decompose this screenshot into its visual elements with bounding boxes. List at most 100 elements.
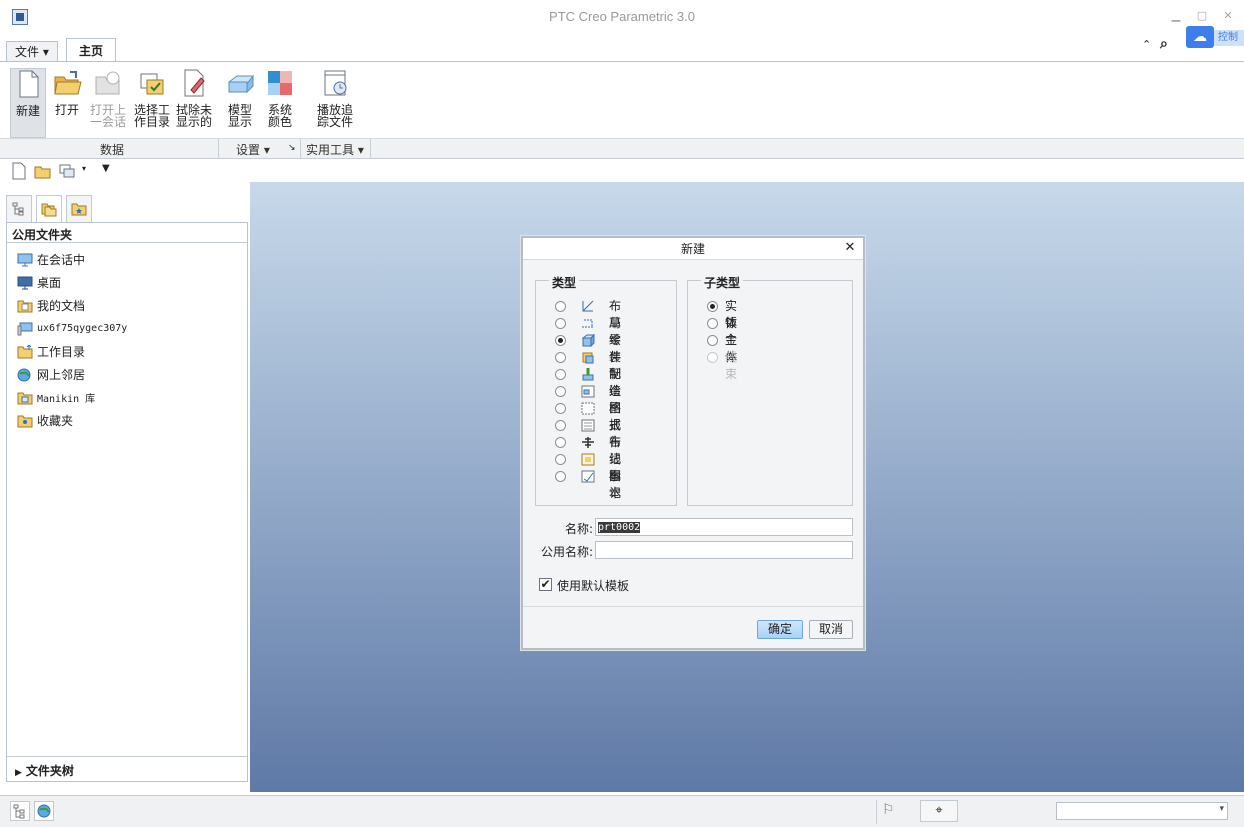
subtype-legend: 子类型 <box>701 274 744 291</box>
type-radio[interactable] <box>555 318 566 329</box>
type-radio[interactable] <box>555 369 566 380</box>
open-last-session-icon <box>95 71 120 95</box>
window-title: PTC Creo Parametric 3.0 <box>549 9 695 24</box>
folder-computer[interactable]: ux6f75qygec307y <box>17 319 127 339</box>
quick-windows-icon[interactable] <box>58 162 76 180</box>
diagram-icon <box>582 437 594 448</box>
folder-label: 收藏夹 <box>37 414 74 428</box>
quick-new-icon[interactable] <box>10 162 28 180</box>
cloud-icon[interactable]: ☁ <box>1186 26 1214 48</box>
type-radio[interactable] <box>555 352 566 363</box>
computer-icon <box>17 322 33 336</box>
group-tools-label[interactable]: 实用工具 ▾ <box>306 141 364 158</box>
folder-label: 我的文档 <box>37 299 86 313</box>
folder-my-documents[interactable]: 我的文档 <box>17 296 85 316</box>
folder-label: 在会话中 <box>37 253 86 267</box>
ok-button[interactable]: 确定 <box>757 620 803 639</box>
quick-open-icon[interactable] <box>34 162 52 180</box>
model-tree-tab[interactable] <box>6 195 32 223</box>
close-icon[interactable]: ✕ <box>1220 9 1236 23</box>
system-colors-button[interactable]: 系统 颜色 <box>262 68 298 138</box>
folder-label: 网上邻居 <box>37 368 86 382</box>
quick-access-toolbar: ▾ ▼ <box>0 159 1244 183</box>
windows-dropdown-icon[interactable]: ▾ <box>82 164 86 173</box>
show-navigator-icon[interactable] <box>10 801 30 821</box>
minimize-icon[interactable]: ▁ <box>1168 9 1184 23</box>
open-last-session-button[interactable]: 打开上 一会话 <box>88 68 128 138</box>
name-input[interactable]: prt0002 <box>595 518 853 536</box>
find-binoculars-icon[interactable]: ⌖ <box>920 800 958 822</box>
model-display-button[interactable]: 模型 显示 <box>222 68 258 138</box>
subtype-label: 线束 <box>725 350 738 381</box>
dialog-divider <box>523 606 863 607</box>
erase-not-displayed-button[interactable]: 拭除未 显示的 <box>174 68 214 138</box>
group-settings-label[interactable]: 设置 ▾ <box>236 141 270 158</box>
group-dialog-launcher-icon[interactable]: ↘ <box>288 143 296 153</box>
folder-browser-icon <box>41 203 57 217</box>
folder-desktop[interactable]: 桌面 <box>17 273 61 293</box>
subtype-radio-disabled <box>707 352 718 363</box>
format-icon <box>581 402 595 415</box>
dialog-close-icon[interactable]: ✕ <box>843 240 857 256</box>
flag-icon[interactable]: ⚐ <box>882 802 895 818</box>
status-separator <box>876 800 877 824</box>
folder-favorites[interactable]: 收藏夹 <box>17 411 73 431</box>
desktop-icon <box>17 276 33 290</box>
new-file-icon <box>19 70 39 98</box>
type-radio[interactable] <box>555 420 566 431</box>
cancel-button[interactable]: 取消 <box>809 620 853 639</box>
folder-tree-label: 文件夹树 <box>25 764 74 778</box>
subtype-radio-selected[interactable] <box>707 301 718 312</box>
folder-in-session[interactable]: 在会话中 <box>17 250 85 270</box>
tab-file[interactable]: 文件 ▾ <box>6 41 58 62</box>
subtype-group <box>687 280 853 506</box>
folder-label: Manikin 库 <box>37 394 96 405</box>
tab-home[interactable]: 主页 <box>66 38 117 62</box>
folder-browser-tab[interactable] <box>36 195 62 223</box>
use-default-template-checkbox[interactable]: ✔ <box>539 578 552 591</box>
type-radio[interactable] <box>555 471 566 482</box>
favorites-icon <box>71 203 87 216</box>
type-radio[interactable] <box>555 437 566 448</box>
expand-arrow-icon: ▶ <box>15 768 22 778</box>
navigator-tabs <box>6 195 248 223</box>
show-browser-icon[interactable] <box>34 801 54 821</box>
cloud-tab-label[interactable]: 控制 <box>1214 30 1244 46</box>
type-legend: 类型 <box>549 274 580 291</box>
subtype-radio[interactable] <box>707 335 718 346</box>
selection-filter-dropdown[interactable]: ▾ <box>1056 802 1228 820</box>
model-tree-icon <box>12 202 24 216</box>
subtype-radio[interactable] <box>707 318 718 329</box>
panel-header: 公用文件夹 <box>7 223 247 243</box>
folder-tree-toggle[interactable]: ▶ 文件夹树 <box>7 756 247 780</box>
folder-working-directory[interactable]: 工作目录 <box>17 342 85 362</box>
common-name-label: 公用名称: <box>540 545 593 559</box>
ribbon-tabs: 文件 ▾ 主页 <box>0 38 1244 62</box>
customize-toolbar-icon[interactable]: ▼ <box>102 163 110 174</box>
folder-manikin-library[interactable]: Manikin 库 <box>17 388 95 408</box>
search-icon[interactable]: ⌕ <box>1160 36 1176 52</box>
manufacturing-icon <box>582 368 594 381</box>
use-default-template-label: 使用默认模板 <box>557 579 630 593</box>
type-radio[interactable] <box>555 454 566 465</box>
new-button[interactable]: 新建 <box>10 68 46 138</box>
type-radio[interactable] <box>555 403 566 414</box>
type-radio[interactable] <box>555 301 566 312</box>
layout-icon <box>582 300 594 312</box>
documents-folder-icon <box>17 300 33 313</box>
maximize-icon[interactable]: ▢ <box>1194 9 1210 23</box>
select-working-directory-button[interactable]: 选择工 作目录 <box>132 68 172 138</box>
folder-label: ux6f75qygec307y <box>37 323 128 334</box>
type-radio-selected[interactable] <box>555 335 566 346</box>
common-name-input[interactable] <box>595 541 853 559</box>
type-radio[interactable] <box>555 386 566 397</box>
part-icon <box>581 334 595 347</box>
working-directory-folder-icon <box>17 345 33 359</box>
favorites-tab[interactable] <box>66 195 92 223</box>
play-trail-file-button[interactable]: 播放追 踪文件 <box>314 68 356 138</box>
folder-network[interactable]: 网上邻居 <box>17 365 85 385</box>
system-colors-icon <box>268 71 292 95</box>
open-button[interactable]: 打开 <box>50 68 84 138</box>
collapse-ribbon-icon[interactable]: ⌃ <box>1142 38 1158 52</box>
working-directory-icon <box>140 73 164 95</box>
